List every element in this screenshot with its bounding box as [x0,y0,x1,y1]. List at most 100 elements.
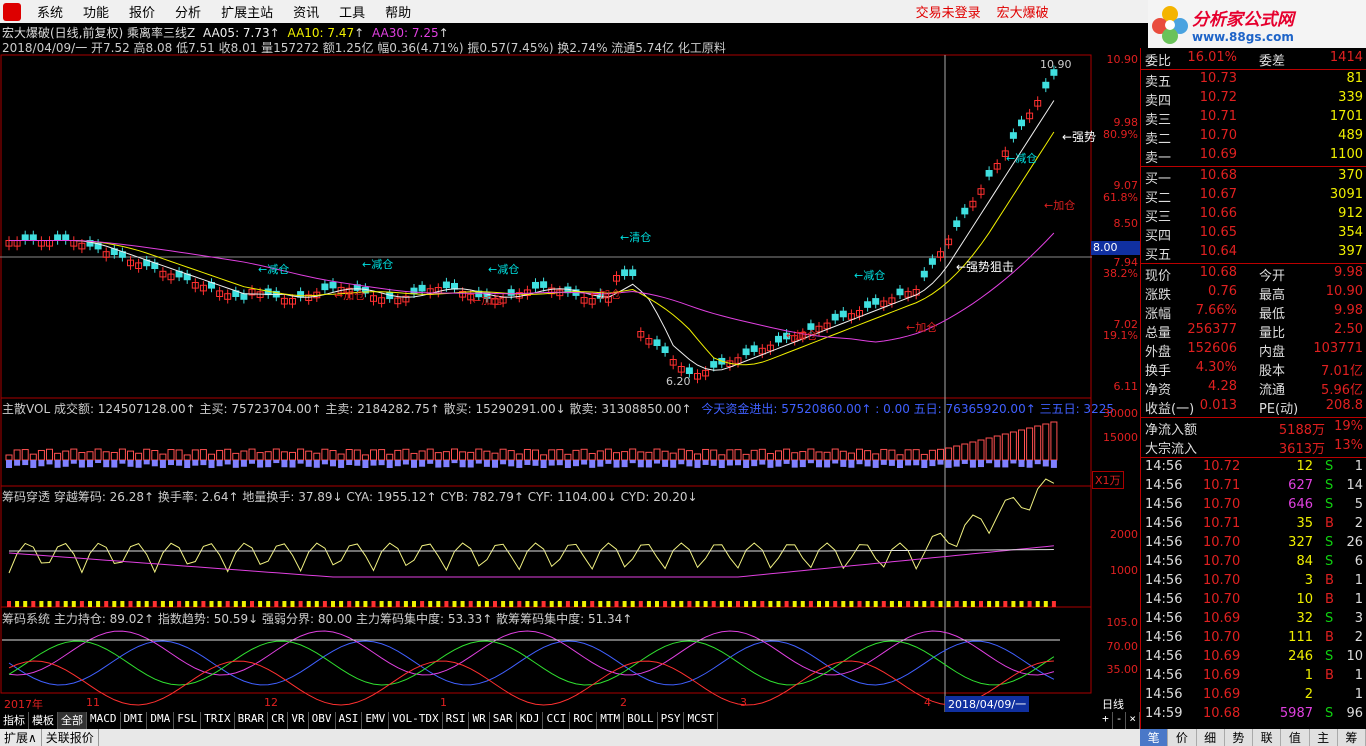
tab-macd[interactable]: MACD [87,712,121,729]
tab-emv[interactable]: EMV [362,712,390,729]
ind1-bar [96,601,101,607]
tab-roc[interactable]: ROC [570,712,598,729]
menu-quote[interactable]: 报价 [119,2,165,21]
stat-value-2: 9.98 [1334,303,1363,318]
right-tab[interactable]: 主 [1310,729,1338,746]
ind2-y-tick-3: 35.00 [1106,663,1139,676]
weicha-label: 委差 [1259,54,1286,69]
ind1-bar [71,601,76,607]
tab-vol-tdx[interactable]: VOL-TDX [389,712,443,729]
volume-bar-down [1050,460,1057,468]
ind1-bar [630,601,635,607]
right-tab[interactable]: 细 [1197,729,1225,746]
ind1-bar [225,601,230,607]
candlesticks [5,65,1058,384]
volume-bar-down [929,460,936,467]
menu-function[interactable]: 功能 [73,2,119,21]
tick-count: 14 [1346,478,1363,493]
tab-brar[interactable]: BRAR [235,712,269,729]
close-pane-button[interactable]: × [1126,712,1140,729]
tab-fsl[interactable]: FSL [174,712,202,729]
volume-bar [224,448,232,461]
tab-psy[interactable]: PSY [658,712,685,729]
tab-asi[interactable]: ASI [336,712,363,729]
ind1-bar [582,601,587,607]
volume-bar-down [913,460,920,466]
ind1-bar [987,601,992,607]
stat-label-2: 最高 [1259,288,1286,303]
volume-bar [750,449,758,461]
volume-bar [345,449,353,461]
volume-bar-down [14,460,21,466]
right-tab[interactable]: 值 [1281,729,1310,746]
volume-bar [629,448,637,461]
menu-news[interactable]: 资讯 [283,2,329,21]
tick-time: 14:56 [1145,687,1183,702]
kline-chart-area[interactable]: 宏大爆破(日线,前复权) 乘离率三线Z AA05: 7.73↑ AA10: 7.… [0,23,1140,713]
tab-obv[interactable]: OBV [309,712,336,729]
tab-template[interactable]: 模板 [29,712,58,729]
volume-bar-down [492,460,498,468]
tab-rsi[interactable]: RSI [443,712,470,729]
right-tab[interactable]: 价 [1168,729,1197,746]
candle-body [410,287,418,295]
tab-sar[interactable]: SAR [490,712,517,729]
right-tab[interactable]: 联 [1253,729,1282,746]
login-status[interactable]: 交易未登录 [908,2,989,21]
menu-help[interactable]: 帮助 [375,2,421,21]
right-tab[interactable]: 笔 [1140,729,1169,746]
volume-bar [70,448,78,461]
zoom-out-button[interactable]: - [1113,712,1127,729]
expand-button[interactable]: 扩展∧ [0,729,42,746]
volume-bar-down [573,460,579,467]
candle-body [742,348,750,356]
bid-label: 买四 [1145,229,1172,244]
volume-bar-down [961,460,968,464]
volume-bar [783,448,791,461]
menu-analysis[interactable]: 分析 [165,2,211,21]
tab-cr[interactable]: CR [268,712,289,729]
tab-mcst[interactable]: MCST [684,712,718,729]
volume-bar-down [694,460,701,468]
tab-all[interactable]: 全部 [58,712,87,729]
right-tabbar: 笔价细势联值主筹 [1140,729,1366,746]
volume-bar [199,449,207,461]
volume-bar [1018,429,1025,461]
tick-volume: 3 [1304,573,1313,588]
ind1-bar [914,601,919,607]
zoom-in-button[interactable]: + [1099,712,1113,729]
bid-row: 买三 10.66 912 [1143,206,1365,225]
brand-url[interactable]: www.88gs.com [1192,30,1294,44]
menu-tools[interactable]: 工具 [329,2,375,21]
right-tab[interactable]: 势 [1225,729,1253,746]
volume-bar [945,447,953,461]
related-quote-button[interactable]: 关联报价 [42,729,99,746]
tab-trix[interactable]: TRIX [201,712,235,729]
menu-extension[interactable]: 扩展主站 [211,2,283,21]
tick-price: 10.68 [1203,706,1241,721]
stat-value-2: 103771 [1313,341,1363,356]
menu-system[interactable]: 系统 [27,2,73,21]
tab-mtm[interactable]: MTM [597,712,625,729]
tab-boll[interactable]: BOLL [624,712,658,729]
stat-label: 现价 [1145,269,1172,284]
tab-cci[interactable]: CCI [543,712,571,729]
period-label[interactable]: 日线 [1102,696,1124,712]
tab-dma[interactable]: DMA [147,712,175,729]
volume-bar-down [135,460,142,468]
volume-bar [13,449,21,461]
right-tab[interactable]: 筹 [1338,729,1366,746]
volume-bar [297,448,305,461]
ind1-bar [622,601,627,607]
ind1-bar [574,601,578,607]
tick-count: 96 [1346,706,1363,721]
tab-vr[interactable]: VR [288,712,309,729]
tab-indicator[interactable]: 指标 [0,712,29,729]
tab-dmi[interactable]: DMI [121,712,148,729]
tab-kdj[interactable]: KDJ [517,712,544,729]
ask-price: 10.69 [1199,147,1237,162]
volume-bar-down [265,460,272,468]
stat-label: 涨幅 [1145,307,1172,322]
stat-value-2: 2.50 [1334,322,1363,337]
tab-wr[interactable]: WR [469,712,490,729]
